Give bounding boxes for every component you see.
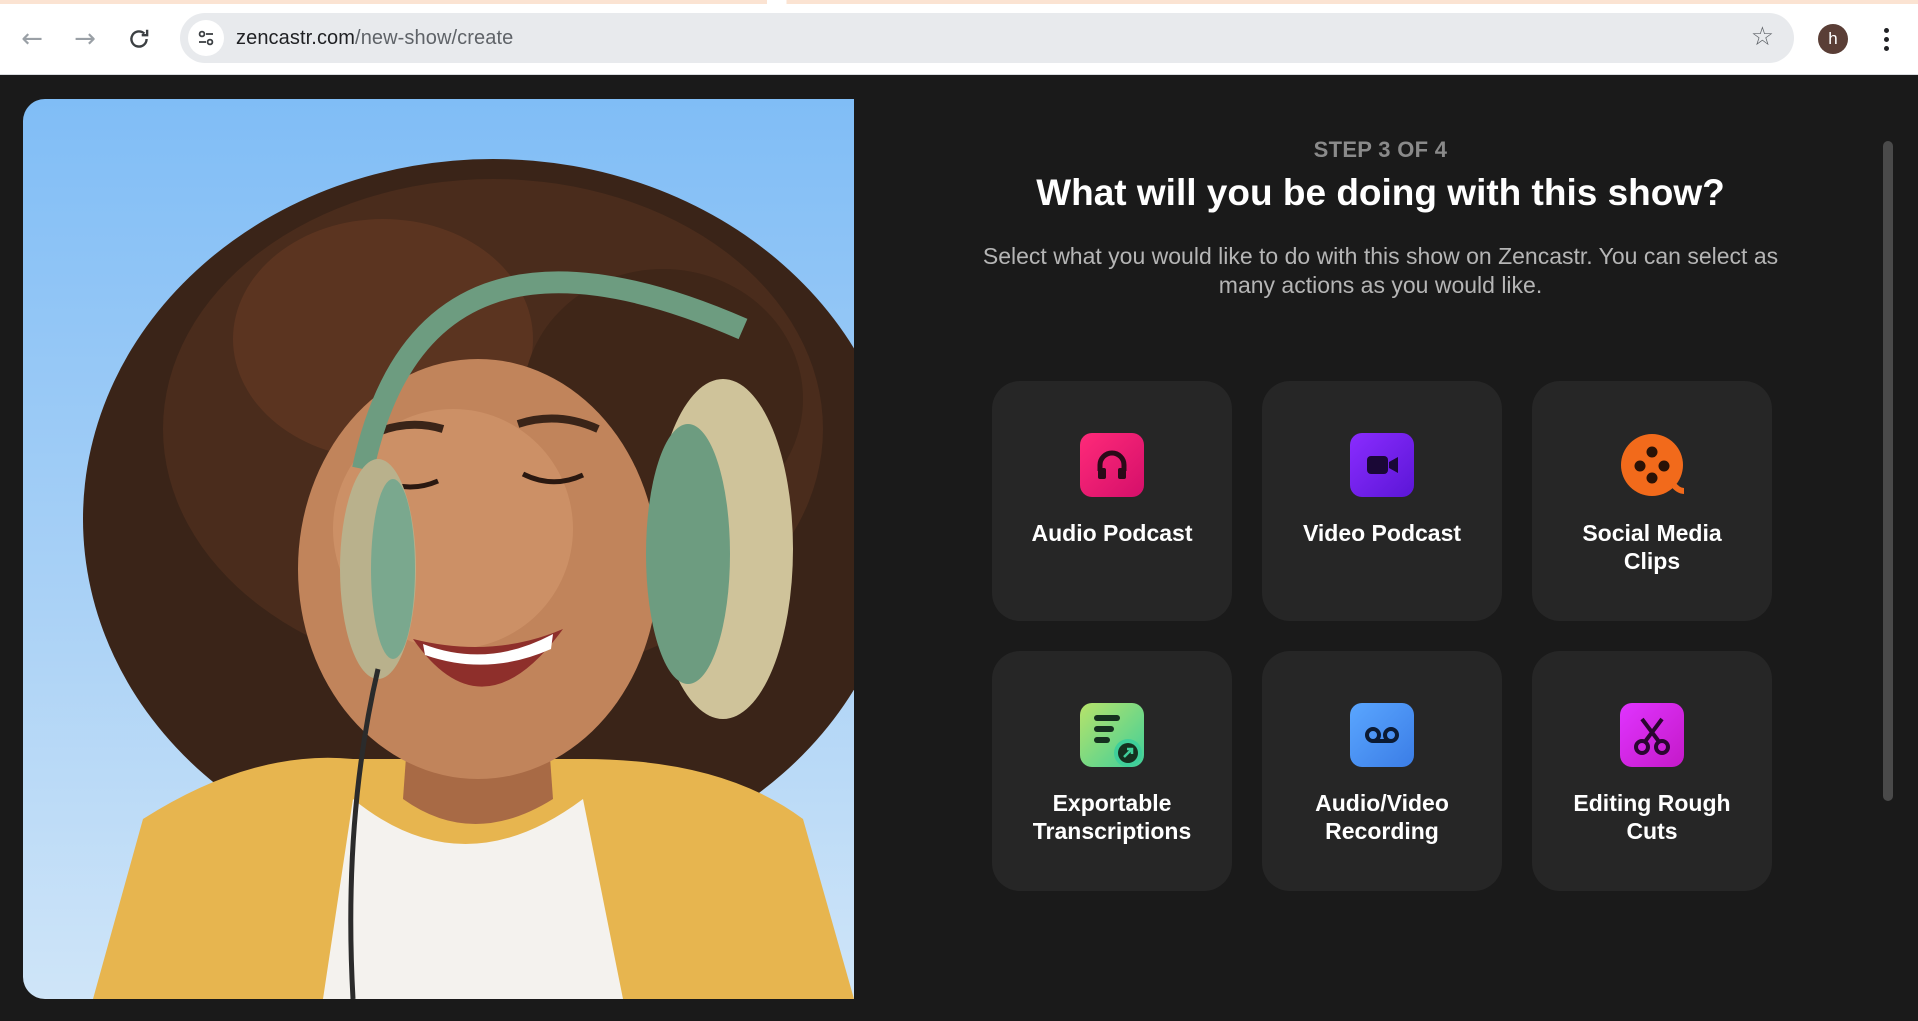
option-social-media-clips[interactable]: Social Media Clips <box>1532 381 1772 621</box>
forward-arrow-icon[interactable]: → <box>68 22 102 56</box>
browser-menu-icon[interactable] <box>1876 22 1896 56</box>
back-arrow-icon[interactable]: ← <box>15 22 49 56</box>
voicemail-icon <box>1350 703 1414 767</box>
option-label: Editing Rough Cuts <box>1573 790 1731 844</box>
page-subtitle: Select what you would like to do with th… <box>982 243 1779 298</box>
option-label: Social Media Clips <box>1582 520 1722 574</box>
option-label: Exportable Transcriptions <box>1032 790 1192 844</box>
tab-strip-accent <box>0 0 1918 4</box>
profile-avatar[interactable]: h <box>1818 24 1848 54</box>
option-label: Audio Podcast <box>1031 520 1193 546</box>
option-label: Video Podcast <box>1302 520 1462 546</box>
url-path: /new-show/create <box>355 26 514 49</box>
url-text: zencastr.com/new-show/create <box>236 27 513 50</box>
scrollbar-thumb[interactable] <box>1883 141 1893 801</box>
option-exportable-transcriptions[interactable]: Exportable Transcriptions <box>992 651 1232 891</box>
bookmark-star-icon[interactable]: ☆ <box>1751 24 1774 50</box>
scissors-icon <box>1620 703 1684 767</box>
transcript-export-icon <box>1080 703 1144 767</box>
film-reel-icon <box>1620 433 1684 497</box>
step-indicator: STEP 3 OF 4 <box>1313 137 1448 162</box>
headphones-icon <box>1080 433 1144 497</box>
option-video-podcast[interactable]: Video Podcast <box>1262 381 1502 621</box>
url-domain: zencastr.com <box>236 26 356 49</box>
page-title: What will you be doing with this show? <box>1036 172 1725 213</box>
onboarding-panel: STEP 3 OF 4 What will you be doing with … <box>854 99 1904 999</box>
hero-image <box>23 99 854 999</box>
video-camera-icon <box>1350 433 1414 497</box>
site-info-icon[interactable] <box>188 20 224 56</box>
browser-toolbar: ← → zencastr.com/new-show/create ☆ h <box>0 0 1918 75</box>
reload-icon[interactable] <box>122 22 156 56</box>
address-bar[interactable]: zencastr.com/new-show/create ☆ <box>180 13 1794 63</box>
option-label: Audio/Video Recording <box>1315 790 1449 844</box>
option-audio-podcast[interactable]: Audio Podcast <box>992 381 1232 621</box>
option-editing-rough-cuts[interactable]: Editing Rough Cuts <box>1532 651 1772 891</box>
option-audio-video-recording[interactable]: Audio/Video Recording <box>1262 651 1502 891</box>
